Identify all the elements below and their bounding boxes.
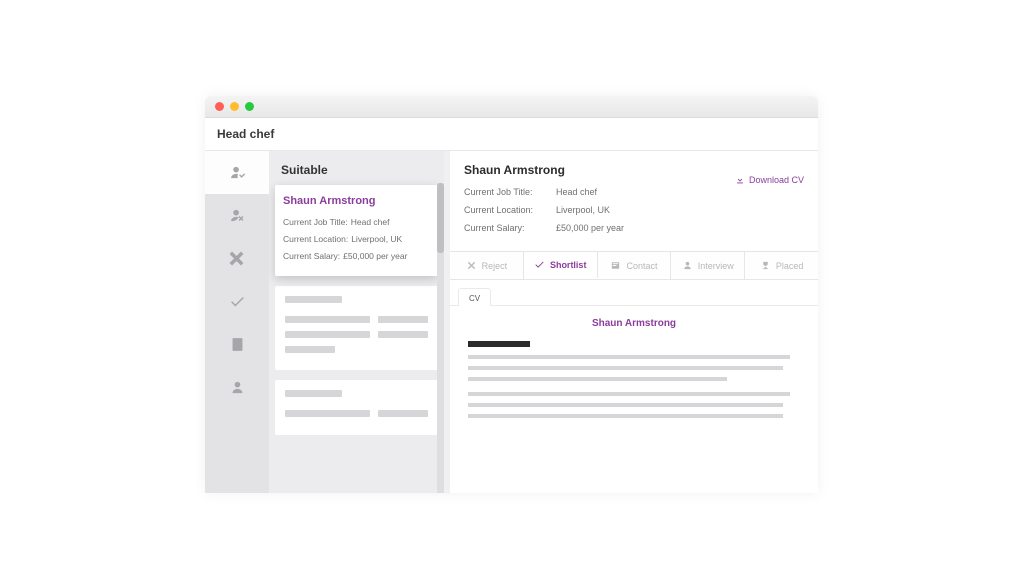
placeholder-line [285,390,342,397]
detail-panel: Shaun Armstrong Current Job Title: Head … [450,151,818,493]
download-cv-link[interactable]: Download CV [735,175,804,185]
candidate-job-label: Current Job Title: [283,217,348,227]
sidebar-item-shortlisted[interactable] [205,280,269,323]
cv-line-placeholder [468,366,783,370]
notebook-icon [229,336,246,353]
user-check-icon [229,164,246,181]
cv-line-placeholder [468,377,727,381]
placeholder-card [275,380,438,435]
action-bar: Reject Shortlist Contact Interview Place… [450,251,818,280]
cv-line-placeholder [468,403,783,407]
cv-heading-placeholder [468,341,530,347]
check-icon [229,293,246,310]
download-cv-label: Download CV [749,175,804,185]
contact-label: Contact [626,261,657,271]
interview-button[interactable]: Interview [671,252,745,279]
placed-button[interactable]: Placed [745,252,818,279]
sidebar-item-notes[interactable] [205,323,269,366]
user-x-icon [229,207,246,224]
window-minimize-icon[interactable] [230,102,239,111]
app-body: Suitable Shaun Armstrong Current Job Tit… [205,151,818,493]
cv-tab[interactable]: CV [458,288,491,306]
shortlist-button[interactable]: Shortlist [524,252,598,279]
trophy-icon [760,260,771,271]
shortlist-label: Shortlist [550,260,587,270]
cv-title: Shaun Armstrong [468,318,800,329]
candidate-salary-label: Current Salary: [283,251,340,261]
reject-label: Reject [482,261,508,271]
user-icon [682,260,693,271]
candidate-card[interactable]: Shaun Armstrong Current Job Title: Head … [275,185,438,276]
reject-button[interactable]: Reject [450,252,524,279]
cv-line-placeholder [468,414,783,418]
window-maximize-icon[interactable] [245,102,254,111]
detail-job-label: Current Job Title: [464,187,556,197]
cv-line-placeholder [468,355,790,359]
placed-label: Placed [776,261,804,271]
sidebar-item-suitable[interactable] [205,151,269,194]
placeholder-card [275,286,438,370]
page-title: Head chef [205,118,818,151]
check-icon [534,259,545,270]
x-icon [229,250,246,267]
card-icon [610,260,621,271]
scrollbar-thumb[interactable] [437,183,444,253]
candidate-list: Suitable Shaun Armstrong Current Job Tit… [269,151,444,493]
sidebar-item-candidate[interactable] [205,366,269,409]
detail-location-label: Current Location: [464,205,556,215]
cv-line-placeholder [468,392,790,396]
sidebar [205,151,269,493]
detail-name: Shaun Armstrong [464,163,624,177]
scrollbar[interactable] [437,183,444,493]
window-chrome [205,96,818,118]
user-icon [229,379,246,396]
detail-location-value: Liverpool, UK [556,205,610,215]
placeholder-line [285,296,342,303]
x-icon [466,260,477,271]
download-icon [735,175,745,185]
detail-salary-value: £50,000 per year [556,223,624,233]
candidate-location-label: Current Location: [283,234,348,244]
detail-job-value: Head chef [556,187,597,197]
candidate-salary-value: £50,000 per year [343,251,407,261]
contact-button[interactable]: Contact [598,252,672,279]
app-window: Head chef Suitable [205,96,818,493]
sidebar-item-rejected[interactable] [205,237,269,280]
list-header: Suitable [269,151,444,185]
interview-label: Interview [698,261,734,271]
cv-body: Shaun Armstrong [450,305,818,437]
candidate-job-value: Head chef [351,217,390,227]
candidate-name: Shaun Armstrong [283,195,430,207]
placeholder-line [285,346,335,353]
candidate-location-value: Liverpool, UK [351,234,402,244]
sidebar-item-reject[interactable] [205,194,269,237]
window-close-icon[interactable] [215,102,224,111]
detail-salary-label: Current Salary: [464,223,556,233]
